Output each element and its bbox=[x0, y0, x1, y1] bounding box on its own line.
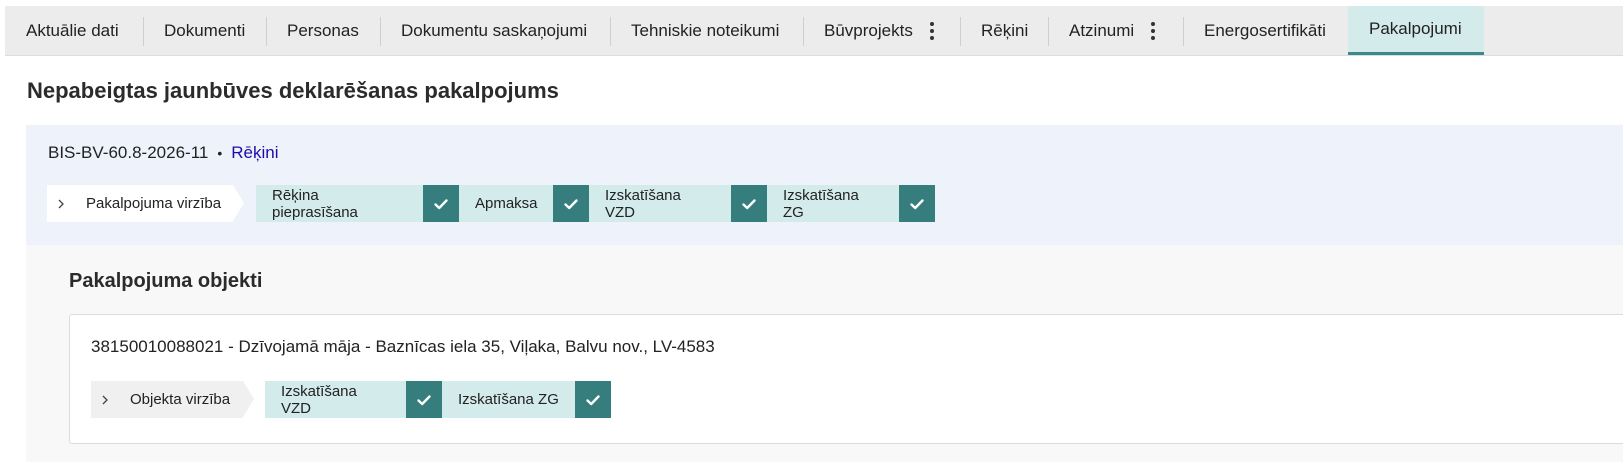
check-icon bbox=[423, 185, 459, 222]
object-flow-toggle[interactable]: Objekta virzība bbox=[91, 381, 254, 418]
object-description: 38150010088021 - Dzīvojamā māja - Baznīc… bbox=[91, 337, 715, 356]
check-icon bbox=[406, 381, 442, 418]
tab-label: Tehniskie noteikumi bbox=[631, 20, 780, 40]
check-icon bbox=[731, 185, 767, 222]
step-label: Izskatīšana ZG bbox=[458, 391, 559, 408]
step-label: Izskatīšana VZD bbox=[605, 186, 681, 221]
tab-label: Dokumenti bbox=[164, 20, 246, 40]
step-review-zg: Izskatīšana ZG bbox=[767, 185, 899, 222]
step-label: Izskatīšana VZD bbox=[281, 382, 357, 417]
service-flow: Pakalpojuma virzība Rēķina pieprasīšana … bbox=[47, 185, 935, 222]
check-icon bbox=[553, 185, 589, 222]
service-reference: BIS-BV-60.8-2026-11 bbox=[48, 143, 209, 162]
tab-label: Pakalpojumi bbox=[1369, 19, 1462, 38]
tab-label: Aktuālie dati bbox=[26, 20, 119, 40]
step-label: Izskatīšana ZG bbox=[783, 186, 859, 221]
more-vertical-icon[interactable] bbox=[929, 21, 934, 40]
more-vertical-icon[interactable] bbox=[1151, 21, 1156, 40]
service-objects-panel: Pakalpojuma objekti 38150010088021 - Dzī… bbox=[26, 245, 1623, 462]
object-card: 38150010088021 - Dzīvojamā māja - Baznīc… bbox=[69, 314, 1623, 444]
tab-tehniskie-noteikumi[interactable]: Tehniskie noteikumi bbox=[610, 6, 803, 55]
chevron-right-icon bbox=[58, 199, 64, 208]
tab-label: Rēķini bbox=[981, 20, 1029, 40]
step-payment: Apmaksa bbox=[459, 185, 553, 222]
step-review-zg: Izskatīšana ZG bbox=[442, 381, 575, 418]
tab-bar: Aktuālie dati Dokumenti Personas Dokumen… bbox=[5, 6, 1623, 56]
tab-buvprojekts[interactable]: Būvprojekts bbox=[803, 6, 960, 55]
step-label: Apmaksa bbox=[475, 195, 538, 212]
check-icon bbox=[899, 185, 935, 222]
step-label: Rēķina pieprasīšana bbox=[272, 186, 358, 221]
tab-atzinumi[interactable]: Atzinumi bbox=[1048, 6, 1183, 55]
tab-energosertifikati[interactable]: Energosertifikāti bbox=[1183, 6, 1348, 55]
invoices-link[interactable]: Rēķini bbox=[231, 143, 278, 163]
tab-label: Būvprojekts bbox=[824, 20, 913, 40]
service-flow-toggle[interactable]: Pakalpojuma virzība bbox=[47, 185, 244, 222]
service-flow-label: Pakalpojuma virzība bbox=[86, 195, 222, 212]
step-review-vzd: Izskatīšana VZD bbox=[265, 381, 406, 418]
tab-personas[interactable]: Personas bbox=[266, 6, 380, 55]
tab-dokumenti[interactable]: Dokumenti bbox=[143, 6, 266, 55]
service-panel: BIS-BV-60.8-2026-11 • Rēķini Pakalpojuma… bbox=[26, 125, 1623, 245]
tab-rekini[interactable]: Rēķini bbox=[960, 6, 1048, 55]
tab-label: Personas bbox=[287, 20, 359, 40]
tab-dokumentu-saskanojumi[interactable]: Dokumentu saskaņojumi bbox=[380, 6, 610, 55]
tab-pakalpojumi[interactable]: Pakalpojumi bbox=[1348, 6, 1484, 55]
object-flow: Objekta virzība Izskatīšana VZD Izskatīš… bbox=[91, 381, 611, 418]
service-reference-line: BIS-BV-60.8-2026-11 • Rēķini bbox=[48, 143, 279, 163]
objects-title: Pakalpojuma objekti bbox=[69, 270, 263, 292]
check-icon bbox=[575, 381, 611, 418]
step-review-vzd: Izskatīšana VZD bbox=[589, 185, 731, 222]
tab-label: Atzinumi bbox=[1069, 20, 1135, 40]
separator: • bbox=[217, 145, 223, 161]
tab-label: Energosertifikāti bbox=[1204, 20, 1326, 40]
step-invoice-request: Rēķina pieprasīšana bbox=[256, 185, 423, 222]
page-title: Nepabeigtas jaunbūves deklarēšanas pakal… bbox=[27, 78, 559, 103]
tab-label: Dokumentu saskaņojumi bbox=[401, 20, 588, 40]
tab-aktualie-dati[interactable]: Aktuālie dati bbox=[5, 6, 143, 55]
chevron-right-icon bbox=[102, 395, 108, 404]
object-flow-label: Objekta virzība bbox=[130, 391, 231, 408]
